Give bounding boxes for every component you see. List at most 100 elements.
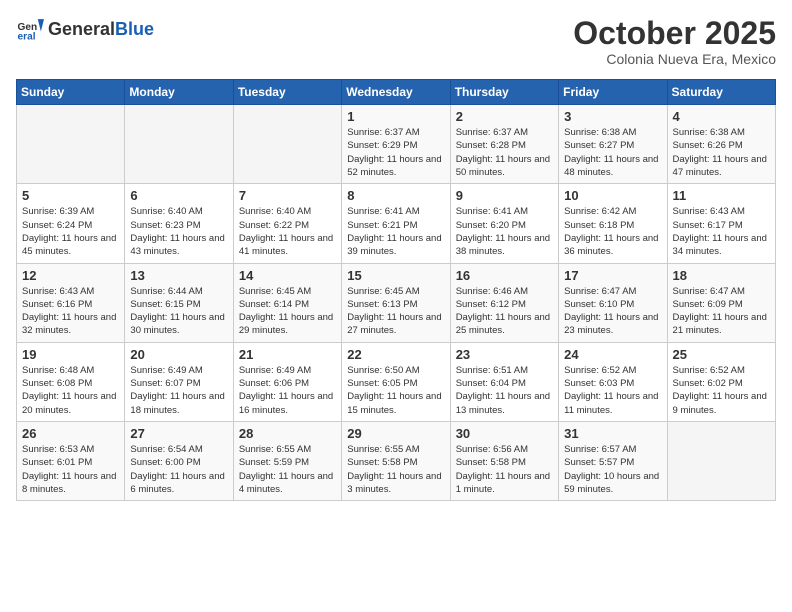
day-info: Sunrise: 6:49 AM Sunset: 6:06 PM Dayligh… bbox=[239, 364, 336, 417]
calendar-cell: 7Sunrise: 6:40 AM Sunset: 6:22 PM Daylig… bbox=[233, 184, 341, 263]
day-number: 22 bbox=[347, 347, 444, 362]
page-header: Gen eral GeneralBlue October 2025 Coloni… bbox=[16, 16, 776, 67]
day-info: Sunrise: 6:55 AM Sunset: 5:59 PM Dayligh… bbox=[239, 443, 336, 496]
calendar-cell: 29 Sunrise: 6:55 AM Sunset: 5:58 PM Dayli… bbox=[342, 421, 450, 500]
day-number: 20 bbox=[130, 347, 227, 362]
calendar-cell: 11Sunrise: 6:43 AM Sunset: 6:17 PM Dayli… bbox=[667, 184, 775, 263]
calendar-cell: 17 Sunrise: 6:47 AM Sunset: 6:10 PM Dayli… bbox=[559, 263, 667, 342]
calendar-cell: 10 Sunrise: 6:42 AM Sunset: 6:18 PM Dayli… bbox=[559, 184, 667, 263]
day-info: Sunrise: 6:42 AM Sunset: 6:18 PM Dayligh… bbox=[564, 205, 661, 258]
day-number: 6 bbox=[130, 188, 227, 203]
calendar-cell: 30 Sunrise: 6:56 AM Sunset: 5:58 PM Dayli… bbox=[450, 421, 558, 500]
day-number: 13 bbox=[130, 268, 227, 283]
weekday-header-tuesday: Tuesday bbox=[233, 80, 341, 105]
day-info: Sunrise: 6:37 AM Sunset: 6:28 PM Dayligh… bbox=[456, 126, 553, 179]
calendar-cell: 27Sunrise: 6:54 AM Sunset: 6:00 PM Dayli… bbox=[125, 421, 233, 500]
day-info: Sunrise: 6:37 AM Sunset: 6:29 PM Dayligh… bbox=[347, 126, 444, 179]
calendar-cell: 31 Sunrise: 6:57 AM Sunset: 5:57 PM Dayli… bbox=[559, 421, 667, 500]
day-info: Sunrise: 6:53 AM Sunset: 6:01 PM Dayligh… bbox=[22, 443, 119, 496]
day-number: 12 bbox=[22, 268, 119, 283]
day-number: 7 bbox=[239, 188, 336, 203]
calendar-cell: 24 Sunrise: 6:52 AM Sunset: 6:03 PM Dayli… bbox=[559, 342, 667, 421]
weekday-header-thursday: Thursday bbox=[450, 80, 558, 105]
calendar-cell: 26 Sunrise: 6:53 AM Sunset: 6:01 PM Dayli… bbox=[17, 421, 125, 500]
calendar-cell: 3 Sunrise: 6:38 AM Sunset: 6:27 PM Daylig… bbox=[559, 105, 667, 184]
day-number: 4 bbox=[673, 109, 770, 124]
weekday-header-wednesday: Wednesday bbox=[342, 80, 450, 105]
day-number: 30 bbox=[456, 426, 553, 441]
weekday-header-monday: Monday bbox=[125, 80, 233, 105]
day-number: 1 bbox=[347, 109, 444, 124]
day-number: 17 bbox=[564, 268, 661, 283]
day-number: 14 bbox=[239, 268, 336, 283]
calendar-cell: 20 Sunrise: 6:49 AM Sunset: 6:07 PM Dayli… bbox=[125, 342, 233, 421]
calendar-cell: 28 Sunrise: 6:55 AM Sunset: 5:59 PM Dayli… bbox=[233, 421, 341, 500]
calendar-cell: 6 Sunrise: 6:40 AM Sunset: 6:23 PM Daylig… bbox=[125, 184, 233, 263]
calendar-cell bbox=[667, 421, 775, 500]
title-block: October 2025 Colonia Nueva Era, Mexico bbox=[573, 16, 776, 67]
day-info: Sunrise: 6:38 AM Sunset: 6:27 PM Dayligh… bbox=[564, 126, 661, 179]
day-number: 26 bbox=[22, 426, 119, 441]
calendar-cell: 23 Sunrise: 6:51 AM Sunset: 6:04 PM Dayli… bbox=[450, 342, 558, 421]
day-info: Sunrise: 6:40 AM Sunset: 6:23 PM Dayligh… bbox=[130, 205, 227, 258]
day-info: Sunrise: 6:43 AM Sunset: 6:16 PM Dayligh… bbox=[22, 285, 119, 338]
calendar-cell bbox=[17, 105, 125, 184]
day-number: 18 bbox=[673, 268, 770, 283]
day-number: 28 bbox=[239, 426, 336, 441]
day-number: 31 bbox=[564, 426, 661, 441]
calendar-cell: 5 Sunrise: 6:39 AM Sunset: 6:24 PM Daylig… bbox=[17, 184, 125, 263]
day-number: 23 bbox=[456, 347, 553, 362]
calendar-cell: 19Sunrise: 6:48 AM Sunset: 6:08 PM Dayli… bbox=[17, 342, 125, 421]
calendar-cell: 13 Sunrise: 6:44 AM Sunset: 6:15 PM Dayli… bbox=[125, 263, 233, 342]
logo-icon: Gen eral bbox=[16, 16, 44, 44]
calendar-cell: 8 Sunrise: 6:41 AM Sunset: 6:21 PM Daylig… bbox=[342, 184, 450, 263]
week-row-3: 12 Sunrise: 6:43 AM Sunset: 6:16 PM Dayli… bbox=[17, 263, 776, 342]
week-row-1: 1 Sunrise: 6:37 AM Sunset: 6:29 PM Daylig… bbox=[17, 105, 776, 184]
day-info: Sunrise: 6:39 AM Sunset: 6:24 PM Dayligh… bbox=[22, 205, 119, 258]
day-info: Sunrise: 6:49 AM Sunset: 6:07 PM Dayligh… bbox=[130, 364, 227, 417]
day-number: 10 bbox=[564, 188, 661, 203]
day-info: Sunrise: 6:45 AM Sunset: 6:13 PM Dayligh… bbox=[347, 285, 444, 338]
day-info: Sunrise: 6:47 AM Sunset: 6:09 PM Dayligh… bbox=[673, 285, 770, 338]
day-number: 25 bbox=[673, 347, 770, 362]
weekday-header-friday: Friday bbox=[559, 80, 667, 105]
day-info: Sunrise: 6:44 AM Sunset: 6:15 PM Dayligh… bbox=[130, 285, 227, 338]
day-number: 2 bbox=[456, 109, 553, 124]
calendar-cell: 4Sunrise: 6:38 AM Sunset: 6:26 PM Daylig… bbox=[667, 105, 775, 184]
month-title: October 2025 bbox=[573, 16, 776, 51]
day-info: Sunrise: 6:55 AM Sunset: 5:58 PM Dayligh… bbox=[347, 443, 444, 496]
day-info: Sunrise: 6:52 AM Sunset: 6:02 PM Dayligh… bbox=[673, 364, 770, 417]
day-number: 8 bbox=[347, 188, 444, 203]
day-number: 21 bbox=[239, 347, 336, 362]
weekday-header-saturday: Saturday bbox=[667, 80, 775, 105]
week-row-4: 19Sunrise: 6:48 AM Sunset: 6:08 PM Dayli… bbox=[17, 342, 776, 421]
day-number: 9 bbox=[456, 188, 553, 203]
calendar-cell: 25 Sunrise: 6:52 AM Sunset: 6:02 PM Dayli… bbox=[667, 342, 775, 421]
day-info: Sunrise: 6:47 AM Sunset: 6:10 PM Dayligh… bbox=[564, 285, 661, 338]
day-info: Sunrise: 6:56 AM Sunset: 5:58 PM Dayligh… bbox=[456, 443, 553, 496]
day-number: 24 bbox=[564, 347, 661, 362]
day-info: Sunrise: 6:48 AM Sunset: 6:08 PM Dayligh… bbox=[22, 364, 119, 417]
day-number: 3 bbox=[564, 109, 661, 124]
day-number: 5 bbox=[22, 188, 119, 203]
calendar-cell: 12 Sunrise: 6:43 AM Sunset: 6:16 PM Dayli… bbox=[17, 263, 125, 342]
calendar-cell: 14Sunrise: 6:45 AM Sunset: 6:14 PM Dayli… bbox=[233, 263, 341, 342]
calendar-cell: 22Sunrise: 6:50 AM Sunset: 6:05 PM Dayli… bbox=[342, 342, 450, 421]
day-info: Sunrise: 6:57 AM Sunset: 5:57 PM Dayligh… bbox=[564, 443, 661, 496]
calendar-cell: 16Sunrise: 6:46 AM Sunset: 6:12 PM Dayli… bbox=[450, 263, 558, 342]
day-info: Sunrise: 6:52 AM Sunset: 6:03 PM Dayligh… bbox=[564, 364, 661, 417]
calendar-cell: 1 Sunrise: 6:37 AM Sunset: 6:29 PM Daylig… bbox=[342, 105, 450, 184]
day-number: 29 bbox=[347, 426, 444, 441]
day-number: 16 bbox=[456, 268, 553, 283]
day-info: Sunrise: 6:51 AM Sunset: 6:04 PM Dayligh… bbox=[456, 364, 553, 417]
calendar-cell: 18 Sunrise: 6:47 AM Sunset: 6:09 PM Dayli… bbox=[667, 263, 775, 342]
day-info: Sunrise: 6:41 AM Sunset: 6:20 PM Dayligh… bbox=[456, 205, 553, 258]
logo: Gen eral GeneralBlue bbox=[16, 16, 154, 44]
calendar-cell: 2 Sunrise: 6:37 AM Sunset: 6:28 PM Daylig… bbox=[450, 105, 558, 184]
calendar-cell bbox=[233, 105, 341, 184]
day-number: 27 bbox=[130, 426, 227, 441]
calendar-cell: 21 Sunrise: 6:49 AM Sunset: 6:06 PM Dayli… bbox=[233, 342, 341, 421]
calendar-cell bbox=[125, 105, 233, 184]
day-info: Sunrise: 6:41 AM Sunset: 6:21 PM Dayligh… bbox=[347, 205, 444, 258]
calendar-cell: 9 Sunrise: 6:41 AM Sunset: 6:20 PM Daylig… bbox=[450, 184, 558, 263]
